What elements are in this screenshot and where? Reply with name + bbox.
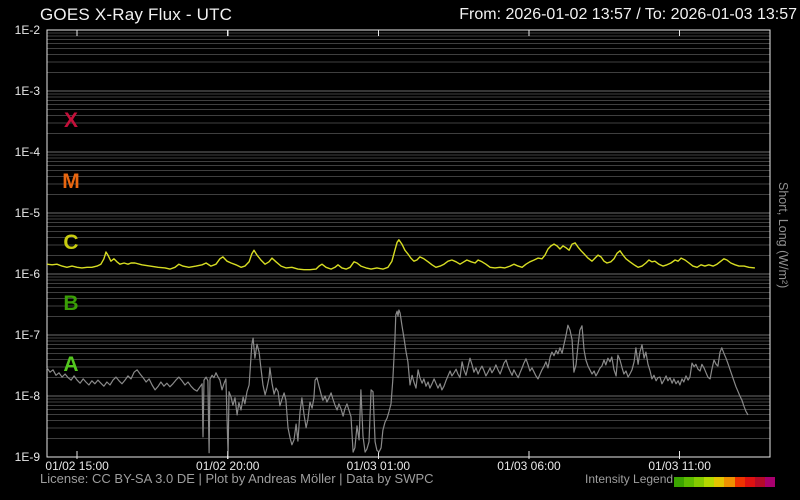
license-text: License: CC BY-SA 3.0 DE | Plot by Andre… [40, 471, 434, 486]
intensity-legend-label: Intensity Legend [585, 472, 673, 486]
series-short [47, 310, 748, 455]
xray-flux-chart [0, 0, 800, 500]
legend-color-segment [684, 477, 694, 487]
legend-color-segment [694, 477, 704, 487]
series-long [47, 240, 755, 270]
legend-color-segment [724, 477, 734, 487]
legend-color-segment [714, 477, 724, 487]
legend-color-segment [735, 477, 745, 487]
goes-xray-flux-page: { "header": { "title": "GOES X-Ray Flux … [0, 0, 800, 500]
intensity-legend-bar [674, 477, 775, 487]
legend-color-segment [765, 477, 775, 487]
legend-color-segment [704, 477, 714, 487]
legend-color-segment [674, 477, 684, 487]
right-axis-label: Short, Long (W/m²) [772, 182, 790, 312]
legend-color-segment [745, 477, 755, 487]
legend-color-segment [755, 477, 765, 487]
